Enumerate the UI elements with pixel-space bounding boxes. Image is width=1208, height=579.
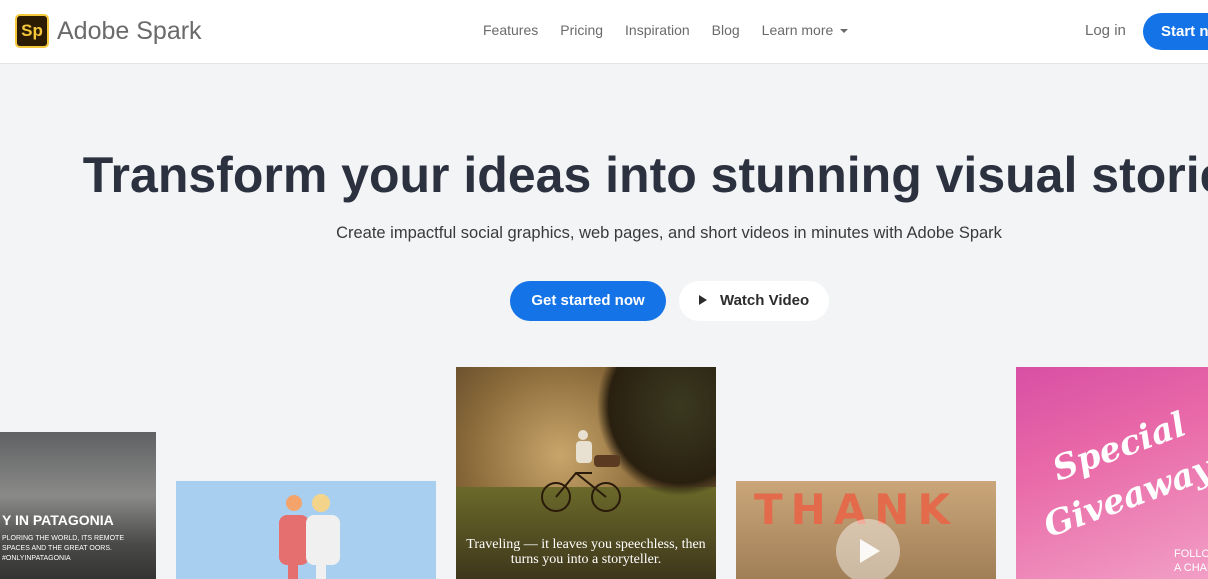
- cyclist-icon: [541, 430, 621, 512]
- get-started-button[interactable]: Get started now: [510, 281, 666, 321]
- card-giveaway-chance-line: A CHAN: [1174, 562, 1208, 574]
- card-thank[interactable]: THANK: [736, 481, 996, 579]
- play-icon: [860, 539, 880, 563]
- brand-name[interactable]: Adobe Spark: [57, 17, 202, 46]
- watch-video-label: Watch Video: [719, 292, 810, 309]
- card-travel-quote: Traveling — it leaves you speechless, th…: [466, 537, 706, 567]
- play-icon: [698, 295, 707, 305]
- card-giveaway-follow-line: FOLLOW: [1174, 548, 1208, 560]
- main-nav: Features Pricing Inspiration Blog Learn …: [483, 22, 870, 38]
- start-now-button[interactable]: Start now: [1143, 13, 1208, 50]
- card-patagonia[interactable]: Y IN PATAGONIA PLORING THE WORLD, ITS RE…: [0, 432, 156, 579]
- nav-pricing[interactable]: Pricing: [560, 22, 603, 38]
- adobe-spark-logo[interactable]: Sp: [15, 14, 49, 48]
- card-patagonia-title: Y IN PATAGONIA: [2, 512, 114, 528]
- card-travel[interactable]: Traveling — it leaves you speechless, th…: [456, 367, 716, 579]
- login-link[interactable]: Log in: [1085, 22, 1126, 39]
- nav-features[interactable]: Features: [483, 22, 538, 38]
- nav-learn-more[interactable]: Learn more: [761, 22, 849, 38]
- illustration-figures-icon: [279, 494, 340, 579]
- nav-inspiration[interactable]: Inspiration: [625, 22, 690, 38]
- hero-title: Transform your ideas into stunning visua…: [82, 147, 1208, 203]
- card-patagonia-text: PLORING THE WORLD, ITS REMOTE SPACES AND…: [2, 535, 124, 562]
- chevron-down-icon: [840, 29, 849, 34]
- top-navbar: Sp Adobe Spark Features Pricing Inspirat…: [0, 0, 1208, 64]
- card-illustration[interactable]: [176, 481, 436, 579]
- card-giveaway[interactable]: Special Giveaway FOLLOW A CHAN: [1016, 367, 1208, 579]
- nav-blog[interactable]: Blog: [712, 22, 740, 38]
- nav-learn-more-label: Learn more: [761, 22, 834, 38]
- watch-video-button[interactable]: Watch Video: [679, 281, 829, 321]
- hero-subtitle: Create impactful social graphics, web pa…: [336, 224, 1002, 242]
- card-giveaway-follow: FOLLOW A CHAN: [1174, 547, 1208, 575]
